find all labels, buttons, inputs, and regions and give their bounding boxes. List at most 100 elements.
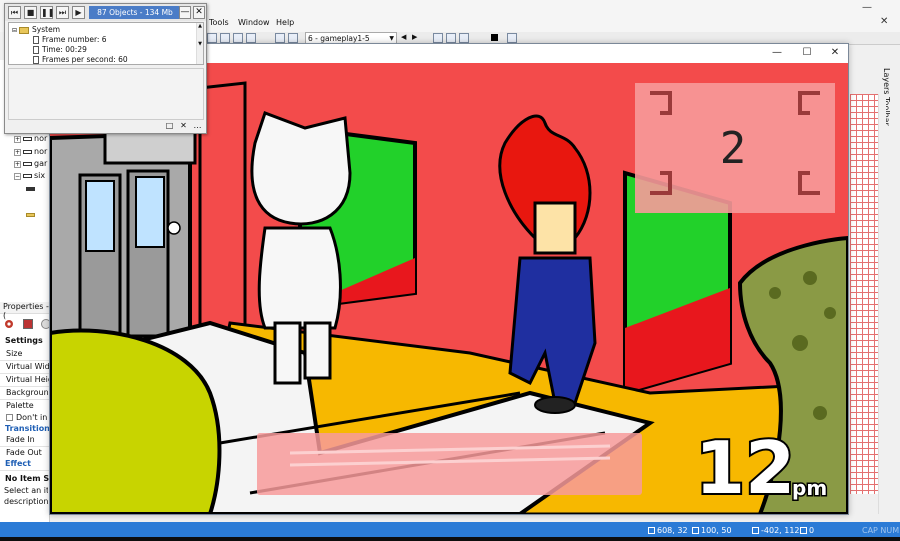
tool-icon[interactable]: [507, 33, 517, 43]
grid-icon[interactable]: [233, 33, 243, 43]
elevator-window: [85, 180, 115, 252]
relative-position: -402, 112: [752, 526, 800, 535]
object-icon: [26, 186, 35, 191]
play-icon[interactable]: ▶: [72, 6, 85, 19]
effect-heading: Effect: [5, 459, 31, 468]
prev-frame-icon[interactable]: ◀: [401, 33, 411, 43]
debugger-status: 87 Objects - 134 Mb: [89, 6, 181, 19]
stop-icon[interactable]: ■: [24, 6, 37, 19]
cursor-position: 608, 32: [648, 526, 688, 535]
selection-size: 100, 50: [692, 526, 732, 535]
frame-editor-grid[interactable]: [850, 94, 878, 494]
tree-item[interactable]: + nor: [14, 147, 47, 156]
object-icon: [23, 161, 32, 166]
prop-virtual-width[interactable]: Virtual Widt: [6, 362, 50, 371]
close-icon[interactable]: ✕: [880, 16, 888, 27]
tree-item[interactable]: Frames per second: 60: [33, 55, 128, 64]
step-icon[interactable]: ⏭: [56, 6, 69, 19]
document-icon: [33, 36, 39, 44]
prop-size[interactable]: Size: [6, 349, 50, 358]
tree-child-item[interactable]: [26, 210, 37, 219]
properties-panel-title: Properties - (: [0, 302, 50, 320]
expand-icon[interactable]: +: [14, 136, 21, 143]
time-label: Time: 00:29: [42, 45, 87, 54]
minimize-icon[interactable]: —: [862, 2, 872, 13]
expand-icon[interactable]: −: [14, 173, 21, 180]
prop-fade-out[interactable]: Fade Out: [6, 448, 50, 457]
prop-dont-include[interactable]: Don't in: [6, 413, 50, 422]
folder-icon: [19, 26, 30, 34]
fps-label: Frames per second: 60: [42, 55, 128, 64]
object-icon: [23, 173, 32, 178]
vertical-scrollbar[interactable]: ▲ ▼: [196, 23, 203, 64]
view-icon[interactable]: [459, 33, 469, 43]
minimize-icon[interactable]: —: [179, 6, 191, 19]
view-icon[interactable]: [433, 33, 443, 43]
count-icon: [800, 527, 807, 534]
debugger-tree[interactable]: ⊟ System Frame number: 6 Time: 00:29 Fram…: [8, 22, 204, 65]
counter-value: 2: [720, 123, 747, 174]
checkbox[interactable]: [6, 414, 13, 421]
menu-window[interactable]: Window: [238, 18, 270, 27]
prop-virtual-height[interactable]: Virtual Heig: [6, 375, 50, 384]
grid-icon[interactable]: [207, 33, 217, 43]
gear-icon[interactable]: [3, 318, 15, 330]
tree-item[interactable]: Time: 00:29: [33, 45, 87, 54]
view-icon[interactable]: [446, 33, 456, 43]
transitions-heading: Transitions: [5, 424, 49, 433]
pause-icon[interactable]: ❚❚: [40, 6, 54, 19]
expand-icon[interactable]: +: [14, 149, 21, 156]
properties-toolbar: [0, 316, 51, 332]
frame-select-value: 6 - gameplay1-5: [308, 34, 370, 43]
elevator-window: [135, 176, 165, 248]
debugger-window: ⏮ ■ ❚❚ ⏭ ▶ 87 Objects - 134 Mb — ✕ ⊟ Syst…: [4, 3, 207, 134]
tree-child-item[interactable]: [26, 184, 37, 193]
divider: [0, 399, 50, 400]
collapse-icon[interactable]: ⊟: [12, 27, 17, 34]
divider: [0, 446, 50, 447]
size-icon: [692, 527, 699, 534]
tree-item[interactable]: + nor: [14, 134, 47, 143]
divider: [0, 360, 50, 361]
restart-icon[interactable]: ⏮: [8, 6, 21, 19]
properties-tab-icon[interactable]: [22, 318, 34, 330]
clock-suffix: pm: [792, 476, 827, 500]
close-icon[interactable]: ✕: [821, 46, 849, 60]
document-icon: [33, 46, 39, 54]
layout-icon[interactable]: [288, 33, 298, 43]
object-count-value: 0: [809, 526, 815, 535]
add-watch-icon[interactable]: □: [163, 121, 176, 132]
expand-icon[interactable]: +: [14, 161, 21, 168]
prop-background[interactable]: Backgroun: [6, 388, 50, 397]
minimize-icon[interactable]: —: [763, 46, 791, 60]
tree-item-label: nor: [34, 147, 48, 156]
menu-tools[interactable]: Tools: [209, 18, 229, 27]
document-icon: [33, 56, 39, 64]
layout-icon[interactable]: [275, 33, 285, 43]
prop-palette[interactable]: Palette: [6, 401, 50, 410]
debugger-toolbar: ⏮ ■ ❚❚ ⏭ ▶ 87 Objects - 134 Mb — ✕: [5, 4, 206, 21]
next-frame-icon[interactable]: ▶: [412, 33, 422, 43]
selection-size-value: 100, 50: [701, 526, 732, 535]
cursor-position-value: 608, 32: [657, 526, 688, 535]
more-icon[interactable]: …: [191, 121, 204, 132]
close-icon[interactable]: ✕: [177, 121, 190, 132]
close-icon[interactable]: ✕: [193, 6, 205, 19]
tree-item[interactable]: + gar: [14, 159, 47, 168]
tree-root[interactable]: ⊟ System: [12, 25, 60, 34]
tree-item[interactable]: Frame number: 6: [33, 35, 107, 44]
divider: [0, 373, 50, 374]
no-item-description: description: [4, 497, 48, 506]
maximize-icon[interactable]: ☐: [793, 46, 821, 60]
grid-icon[interactable]: [246, 33, 256, 43]
frame-number-label: Frame number: 6: [42, 35, 107, 44]
color-swatch[interactable]: [491, 34, 498, 41]
menu-help[interactable]: Help: [276, 18, 294, 27]
folder-icon: [26, 212, 35, 217]
tree-item[interactable]: − six: [14, 171, 45, 180]
prop-fade-in[interactable]: Fade In: [6, 435, 50, 444]
tree-item-label: six: [34, 171, 46, 180]
vertical-scrollbar[interactable]: [878, 94, 886, 514]
grid-icon[interactable]: [220, 33, 230, 43]
taskbar-strip: [0, 537, 900, 541]
